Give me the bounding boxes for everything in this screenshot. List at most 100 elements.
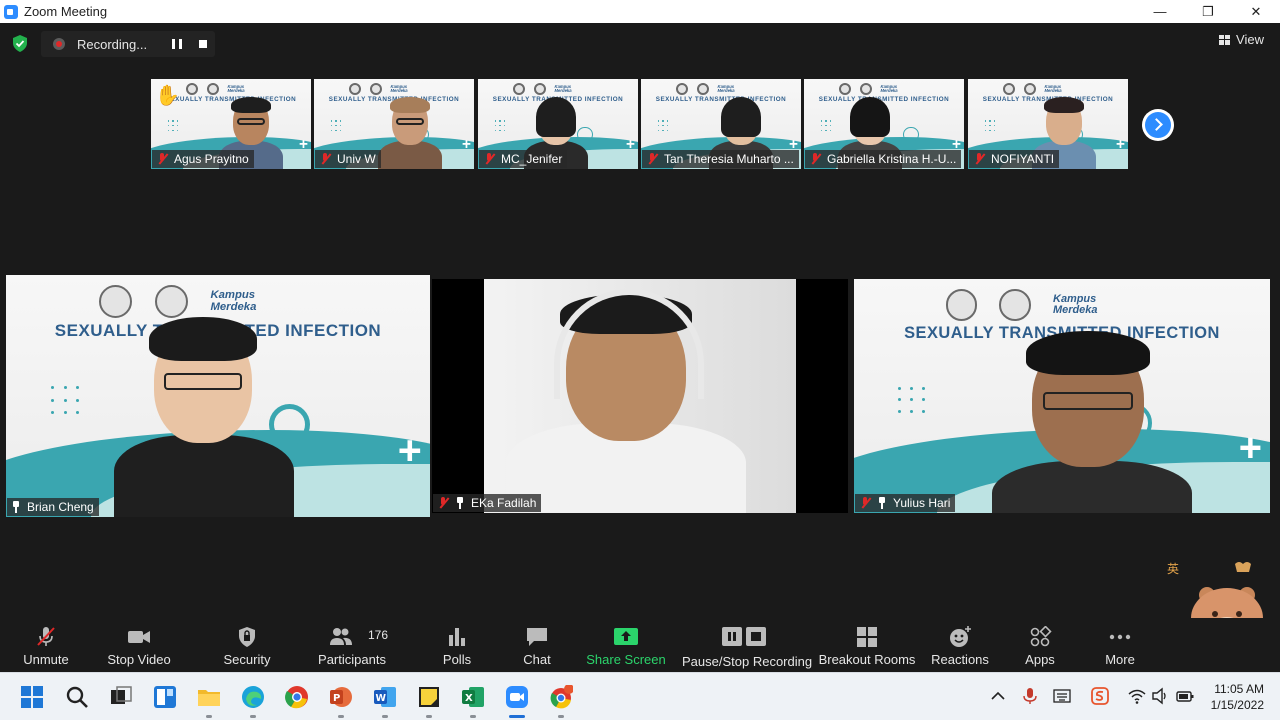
file-explorer-running-indicator	[206, 715, 212, 718]
search-icon[interactable]	[65, 685, 89, 709]
file-explorer-icon[interactable]	[197, 685, 221, 709]
polls-button[interactable]: Polls	[432, 618, 482, 672]
wifi-icon[interactable]	[1128, 687, 1146, 705]
unmute-button[interactable]: Unmute	[16, 618, 76, 672]
next-page-button[interactable]	[1142, 109, 1174, 141]
windows-start-icon[interactable]	[20, 685, 44, 709]
svg-text:P: P	[333, 693, 340, 704]
excel-icon[interactable]: X	[461, 685, 485, 709]
kampus-merdeka-logo: Kampus Merdeka	[227, 83, 245, 93]
gallery-tile-3[interactable]: Kampus MerdekaSEXUALLY TRANSMITTED INFEC…	[478, 79, 638, 169]
dot	[657, 129, 659, 131]
dot	[63, 398, 67, 402]
participant-name: MC_Jenifer	[501, 152, 563, 166]
zoom-taskbar-icon[interactable]	[505, 685, 529, 709]
faculty-logo-icon	[859, 82, 873, 96]
powerpoint-running-indicator	[338, 715, 344, 718]
decorative-ring	[268, 403, 311, 445]
share-screen-label: Share Screen	[586, 652, 666, 667]
chevron-up-icon[interactable]	[989, 687, 1007, 705]
pause-stop-recording-button[interactable]: Pause/Stop Recording	[682, 618, 812, 672]
ime-keyboard-icon[interactable]	[1053, 687, 1071, 705]
dot	[335, 129, 337, 131]
dot	[897, 410, 901, 414]
minimize-button[interactable]: —	[1136, 0, 1184, 23]
dot	[340, 129, 342, 131]
more-button[interactable]: More	[1096, 618, 1144, 672]
dot	[51, 410, 55, 414]
microphone-muted-icon	[973, 153, 985, 165]
decorative-dots	[494, 120, 506, 131]
decorative-dots	[51, 386, 80, 414]
excel-running-indicator	[470, 715, 476, 718]
gallery-tile-1[interactable]: Kampus Merdeka SEXUALLY TRANSMITTED INFEC…	[151, 79, 311, 169]
gallery-tile-6[interactable]: Kampus MerdekaSEXUALLY TRANSMITTED INFEC…	[968, 79, 1128, 169]
security-button[interactable]: Security	[217, 618, 277, 672]
chrome-profile-icon[interactable]	[549, 685, 573, 709]
word-icon[interactable]: W	[373, 685, 397, 709]
clock-time: 11:05 AM	[1214, 682, 1264, 696]
gallery-tile-5[interactable]: Kampus Merdeka SEXUALLY TRANSMITTED INFEC…	[804, 79, 964, 169]
participants-button[interactable]: 176 Participants	[312, 618, 392, 672]
task-view-icon[interactable]	[109, 685, 133, 709]
university-logo-icon	[945, 288, 978, 321]
sticky-notes-icon[interactable]	[417, 685, 441, 709]
plus-cross-icon: +	[1116, 135, 1125, 153]
eyeglasses	[395, 118, 425, 125]
reactions-label: Reactions	[931, 652, 989, 667]
kampus-merdeka-logo: Kampus Merdeka	[210, 289, 257, 313]
powerpoint-icon[interactable]: P	[329, 685, 353, 709]
participant-torso	[114, 435, 294, 517]
main-tile-2[interactable]: Kampus MerdekaSEXUALLY TRANSMITTED INFEC…	[484, 279, 796, 513]
share-screen-button[interactable]: Share Screen	[586, 618, 666, 672]
dot	[172, 120, 174, 122]
sogou-ime-icon[interactable]	[1091, 687, 1109, 705]
reactions-button[interactable]: Reactions	[928, 618, 992, 672]
faculty-logo-icon	[533, 82, 547, 96]
edge-browser-icon[interactable]	[241, 685, 265, 709]
dot	[830, 129, 832, 131]
dot	[820, 120, 822, 122]
eyeglasses	[163, 373, 243, 391]
chrome-browser-icon[interactable]	[285, 685, 309, 709]
university-logo-icon	[99, 285, 133, 319]
breakout-rooms-button[interactable]: Breakout Rooms	[818, 618, 916, 672]
dot	[494, 124, 496, 127]
eyeglasses	[1043, 391, 1133, 410]
svg-text:W: W	[376, 693, 387, 704]
dot	[667, 120, 669, 122]
decorative-dots	[897, 386, 925, 414]
faculty-logo-icon	[206, 82, 220, 96]
close-button[interactable]: ✕	[1232, 0, 1280, 23]
gallery-tile-2[interactable]: Kampus MerdekaSEXUALLY TRANSMITTED INFEC…	[314, 79, 474, 169]
system-clock[interactable]: 11:05 AM 1/15/2022	[1211, 681, 1264, 713]
dot	[167, 124, 169, 127]
meeting-toolbar: Unmute Stop Video Security 176 Participa…	[0, 618, 1280, 672]
main-tile-1[interactable]: Kampus MerdekaSEXUALLY TRANSMITTED INFEC…	[6, 275, 430, 517]
microphone-tray-icon[interactable]	[1021, 687, 1039, 705]
chat-label: Chat	[523, 652, 551, 667]
dot	[921, 386, 925, 390]
stop-video-button[interactable]: Stop Video	[104, 618, 174, 672]
chevron-right-icon	[1145, 112, 1171, 138]
restore-button[interactable]: ❐	[1184, 0, 1232, 23]
view-button[interactable]: View	[1219, 32, 1264, 47]
shield-check-icon[interactable]	[12, 35, 28, 52]
apps-icon	[1030, 626, 1052, 647]
participant-hair	[390, 96, 430, 113]
apps-button[interactable]: Apps	[1016, 618, 1064, 672]
gallery-tile-4[interactable]: Kampus Merdeka SEXUALLY TRANSMITTED INFEC…	[641, 79, 801, 169]
main-tile-3[interactable]: Kampus MerdekaSEXUALLY TRANSMITTED INFEC…	[854, 279, 1270, 513]
participant-name: Brian Cheng	[27, 500, 94, 514]
stop-recording-icon[interactable]	[199, 40, 207, 48]
battery-icon[interactable]	[1176, 687, 1194, 705]
widgets-icon[interactable]	[153, 685, 177, 709]
dot	[994, 129, 996, 131]
dot	[909, 410, 913, 414]
chat-button[interactable]: Chat	[512, 618, 562, 672]
speaker-icon[interactable]	[1151, 687, 1169, 705]
dot	[820, 124, 822, 127]
participant-name: Gabriella Kristina H.-U...	[827, 152, 957, 166]
pause-recording-icon[interactable]	[172, 39, 182, 49]
dot	[75, 398, 80, 402]
